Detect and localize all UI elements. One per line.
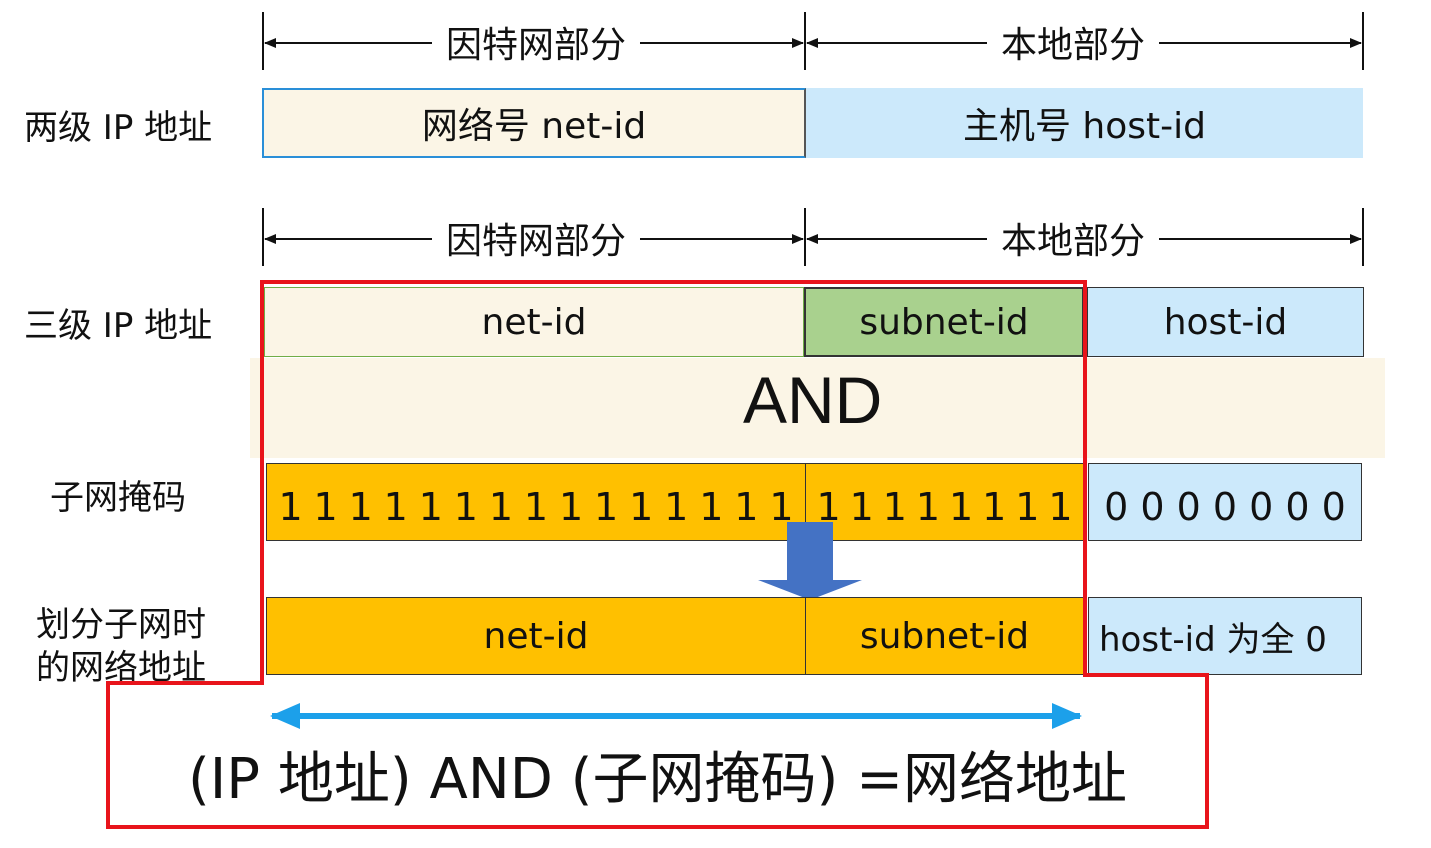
mask-bit: 1	[699, 485, 724, 529]
mask-bit: 1	[915, 485, 941, 529]
mask-bit: 1	[523, 485, 549, 529]
mask-net-bits: 1 1 1 1 1 1 1 1 1 1 1 1 1 1 1	[266, 463, 806, 541]
mask-bit: 1	[882, 485, 907, 529]
mask-bit: 1	[488, 485, 513, 529]
mask-bit: 1	[278, 485, 303, 529]
mask-bit: 1	[948, 485, 974, 529]
mask-host-bits: 0 0 0 0 0 0 0	[1088, 463, 1362, 541]
netaddr-subnet-box: subnet-id	[806, 597, 1084, 675]
mask-bit: 1	[664, 485, 689, 529]
netaddr-label-line2: 的网络地址	[36, 648, 206, 688]
mask-bit: 1	[1048, 485, 1073, 529]
down-arrow-icon	[758, 522, 862, 600]
formula-text: (IP 地址) AND (子网掩码) =网络地址	[187, 747, 1128, 812]
mask-bit: 1	[348, 485, 373, 529]
mask-label: 子网掩码	[50, 478, 186, 518]
mask-bit: 1	[313, 485, 338, 529]
netaddr-net-box: net-id	[266, 597, 806, 675]
three-level-label: 三级 IP 地址	[24, 306, 213, 346]
mid-internet-part-label: 因特网部分	[431, 212, 641, 264]
two-level-net-box: 网络号 net-id	[262, 88, 806, 158]
mask-bit: 1	[383, 485, 408, 529]
mask-bit: 1	[418, 485, 443, 529]
mask-bit: 1	[982, 485, 1007, 529]
mask-bit: 1	[1015, 485, 1040, 529]
netaddr-host-box: host-id 为全 0	[1088, 597, 1362, 675]
three-level-net-box: net-id	[264, 287, 804, 357]
mask-bit: 1	[453, 485, 478, 529]
two-level-host-box: 主机号 host-id	[806, 88, 1363, 158]
three-level-subnet-box: subnet-id	[804, 287, 1084, 357]
mask-bit: 1	[594, 485, 619, 529]
mid-local-part-label: 本地部分	[986, 212, 1160, 264]
two-level-label: 两级 IP 地址	[24, 108, 213, 148]
top-internet-part-label: 因特网部分	[431, 16, 641, 68]
three-level-host-box: host-id	[1087, 287, 1364, 357]
netaddr-label-line1: 划分子网时	[36, 605, 206, 645]
mask-bit: 1	[558, 485, 584, 529]
and-text: AND	[743, 363, 883, 437]
mask-bit: 1	[629, 485, 654, 529]
top-local-part-label: 本地部分	[986, 16, 1160, 68]
